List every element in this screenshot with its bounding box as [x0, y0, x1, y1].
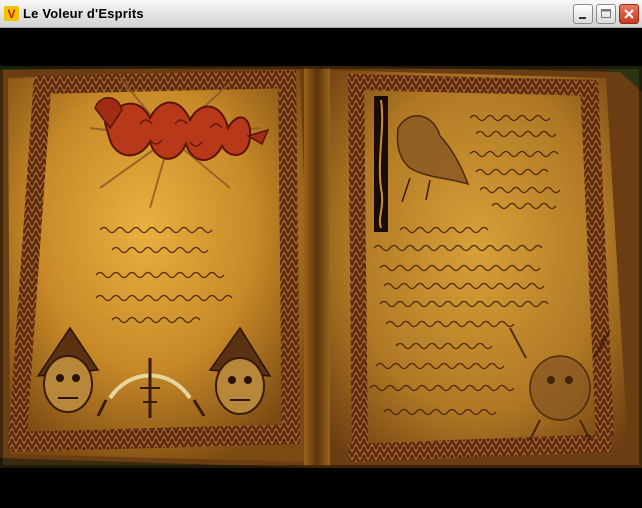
minimize-button[interactable] [573, 4, 593, 24]
spellbook-scene [0, 63, 642, 471]
minimize-icon [579, 17, 586, 19]
game-viewport[interactable] [0, 28, 642, 508]
letterbox-bottom [0, 468, 642, 508]
title-bar[interactable]: V Le Voleur d'Esprits [0, 0, 642, 28]
maximize-icon [601, 9, 611, 18]
maximize-button[interactable] [596, 4, 616, 24]
app-icon: V [4, 6, 19, 21]
window-title: Le Voleur d'Esprits [23, 6, 144, 21]
app-icon-glyph: V [7, 7, 15, 21]
close-button[interactable] [619, 4, 639, 24]
game-window: V Le Voleur d'Esprits [0, 0, 642, 508]
close-icon [624, 9, 634, 19]
book-spine [304, 68, 330, 466]
